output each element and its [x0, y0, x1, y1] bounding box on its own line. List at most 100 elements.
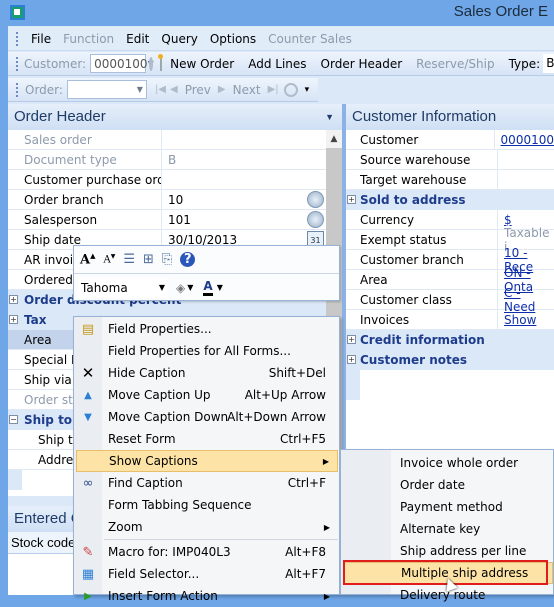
menu-item-label: Move Caption Down	[108, 410, 229, 424]
chevron-down-icon[interactable]: ▼	[187, 283, 193, 292]
lookup-icon[interactable]	[307, 191, 324, 208]
shrink-font-icon[interactable]: A▼	[103, 253, 115, 265]
menu-item-macro[interactable]: ✎ Macro for: IMP040L3 Alt+F8	[76, 541, 338, 563]
value-cell: C - Need	[498, 286, 554, 314]
menu-item-label: Form Tabbing Sequence	[108, 498, 252, 512]
caption: Salesperson	[8, 210, 162, 229]
row-customer-po[interactable]: Customer purchase order	[8, 170, 326, 190]
menu-item-label: Field Selector...	[108, 567, 200, 581]
type-field[interactable]: Billin	[543, 54, 554, 73]
menu-item-label: Field Properties...	[108, 322, 212, 336]
menu-options[interactable]: Options	[210, 32, 256, 46]
lookup-icon[interactable]	[307, 211, 324, 228]
expand-icon[interactable]: +	[347, 355, 356, 364]
fill-color-icon[interactable]: ◈	[176, 281, 185, 295]
row-customer[interactable]: Customer 0000100	[346, 130, 554, 150]
menu-item-label: Field Properties for All Forms...	[108, 344, 291, 358]
menu-edit[interactable]: Edit	[126, 32, 149, 46]
caption: Customer branch	[346, 250, 498, 269]
window-title: Sales Order E	[453, 3, 548, 20]
main-toolbar: Customer: 0000100 ▼ New Order Add Lines …	[8, 52, 554, 76]
menu-item-shortcut: Alt+Up Arrow	[244, 388, 326, 402]
row-invoices[interactable]: Invoices Show	[346, 310, 554, 330]
row-source-warehouse[interactable]: Source warehouse	[346, 150, 554, 170]
value[interactable]	[162, 130, 326, 149]
menu-item-reset-form[interactable]: Reset Form Ctrl+F5	[76, 428, 338, 450]
menu-item-show-captions[interactable]: Show Captions ▶	[76, 450, 338, 472]
row-customer-class[interactable]: Customer class C - Need	[346, 286, 554, 314]
order-combo[interactable]: ▼	[66, 80, 147, 99]
row-target-warehouse[interactable]: Target warehouse	[346, 170, 554, 190]
menu-item-zoom[interactable]: Zoom ▶	[76, 516, 338, 538]
help-icon[interactable]: ?	[180, 252, 196, 267]
menu-item-shortcut: Alt+F8	[285, 545, 326, 559]
row-document-type[interactable]: Document type B	[8, 150, 326, 170]
submenu-item-order-date[interactable]: Order date	[343, 474, 553, 496]
menu-item-field-properties-all[interactable]: Field Properties for All Forms...	[76, 340, 338, 362]
submenu-item-ship-address-per-line[interactable]: Ship address per line	[343, 540, 553, 562]
chevron-down-icon[interactable]: ▼	[217, 283, 223, 292]
menu-item-find-caption[interactable]: ∞ Find Caption Ctrl+F	[76, 472, 338, 494]
category-customer-notes[interactable]: + Customer notes	[346, 350, 554, 370]
submenu-arrow-icon: ▶	[323, 591, 330, 601]
invoices-link[interactable]: Show	[504, 313, 536, 327]
menu-item-insert-form-action[interactable]: ▶ Insert Form Action ▶	[76, 585, 338, 607]
menu-item-form-tabbing[interactable]: Form Tabbing Sequence	[76, 494, 338, 516]
arrow-up-icon: ▲	[84, 389, 92, 401]
category-sold-to-address[interactable]: + Sold to address	[346, 190, 554, 210]
expand-icon[interactable]: +	[9, 315, 18, 324]
new-order-button[interactable]: New Order	[165, 57, 239, 71]
panel-dropdown-icon[interactable]: ▼	[325, 112, 334, 122]
caption: Customer purchase order	[8, 170, 162, 189]
menu-query[interactable]: Query	[161, 32, 197, 46]
row-sales-order[interactable]: Sales order	[8, 130, 326, 150]
order-header-button[interactable]: Order Header	[316, 57, 408, 71]
customer-link[interactable]: 0000100	[501, 133, 554, 147]
grip-handle[interactable]	[16, 31, 19, 46]
font-color-icon[interactable]: A	[203, 279, 213, 296]
menu-item-label: Move Caption Up	[108, 388, 211, 402]
submenu-item-payment-method[interactable]: Payment method	[343, 496, 553, 518]
grow-font-icon[interactable]: A▲	[80, 251, 95, 267]
expand-icon[interactable]: +	[347, 195, 356, 204]
add-lines-button[interactable]: Add Lines	[243, 57, 311, 71]
font-selector[interactable]: Tahoma ▼	[78, 277, 168, 298]
menu-item-move-caption-down[interactable]: ▼ Move Caption Down Alt+Down Arrow	[76, 406, 338, 428]
tree-list-icon[interactable]: ⊞	[143, 252, 154, 267]
toolbar-overflow-icon[interactable]: ▾	[305, 85, 310, 95]
arrow-down-icon: ▼	[84, 411, 92, 423]
menu-item-label: Insert Form Action	[108, 589, 218, 603]
category-credit-information[interactable]: + Credit information	[346, 330, 554, 350]
category-caption: Customer notes	[360, 352, 468, 367]
value[interactable]: B	[162, 150, 326, 169]
currency-link[interactable]: $	[504, 213, 512, 227]
menu-item-hide-caption[interactable]: ✕ Hide Caption Shift+Del	[76, 362, 338, 384]
value-cell[interactable]: 101	[162, 210, 326, 229]
row-salesperson[interactable]: Salesperson 101	[8, 210, 326, 230]
value: 10	[168, 192, 184, 207]
value[interactable]	[498, 170, 554, 189]
row-order-branch[interactable]: Order branch 10	[8, 190, 326, 210]
scroll-up-icon[interactable]: ▲	[326, 130, 342, 148]
copy-icon[interactable]: ⎘	[162, 252, 172, 267]
value[interactable]	[498, 150, 554, 169]
collapse-icon[interactable]: −	[9, 415, 18, 424]
menu-item-field-properties[interactable]: ▤ Field Properties...	[76, 318, 338, 340]
field-properties-icon: ▤	[81, 321, 95, 337]
submenu-item-invoice-whole-order[interactable]: Invoice whole order	[343, 452, 553, 474]
expand-icon[interactable]: +	[347, 335, 356, 344]
type-label: Type:	[508, 56, 541, 71]
value: 101	[168, 212, 191, 227]
list-icon[interactable]: ☰	[123, 252, 135, 267]
expand-icon[interactable]: +	[9, 295, 18, 304]
value-cell[interactable]: 10	[162, 190, 326, 209]
search-icon[interactable]	[149, 56, 154, 71]
grip-handle[interactable]	[16, 82, 19, 97]
customer-combo[interactable]: 0000100 ▼	[90, 54, 154, 73]
menu-file[interactable]: File	[31, 32, 51, 46]
value[interactable]	[162, 170, 326, 189]
submenu-item-alternate-key[interactable]: Alternate key	[343, 518, 553, 540]
menu-item-field-selector[interactable]: ▦ Field Selector... Alt+F7	[76, 563, 338, 585]
grip-handle[interactable]	[16, 56, 18, 71]
menu-item-move-caption-up[interactable]: ▲ Move Caption Up Alt+Up Arrow	[76, 384, 338, 406]
